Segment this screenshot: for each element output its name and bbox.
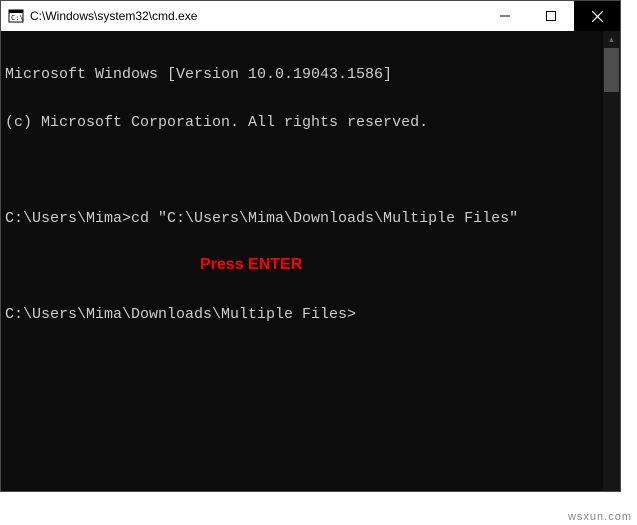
window-title: C:\Windows\system32\cmd.exe (30, 9, 482, 23)
watermark: wsxun.com (568, 511, 632, 523)
maximize-icon (546, 11, 556, 21)
window-controls (482, 1, 620, 31)
terminal-line: C:\Users\Mima>cd "C:\Users\Mima\Download… (5, 211, 620, 227)
annotation-text: Press ENTER (200, 256, 302, 274)
titlebar[interactable]: C:\ C:\Windows\system32\cmd.exe (1, 1, 620, 31)
scroll-up-icon[interactable]: ▲ (603, 31, 620, 48)
scrollbar[interactable]: ▲ (603, 31, 620, 491)
close-button[interactable] (574, 1, 620, 31)
maximize-button[interactable] (528, 1, 574, 31)
scroll-thumb[interactable] (604, 48, 619, 92)
terminal-prompt: C:\Users\Mima\Downloads\Multiple Files> (5, 307, 620, 323)
cmd-icon: C:\ (8, 8, 24, 24)
close-icon (592, 11, 603, 22)
svg-text:C:\: C:\ (11, 14, 24, 22)
terminal-line: Microsoft Windows [Version 10.0.19043.15… (5, 67, 620, 83)
terminal-output[interactable]: Microsoft Windows [Version 10.0.19043.15… (1, 31, 620, 491)
cmd-window: C:\ C:\Windows\system32\cmd.exe (0, 0, 621, 492)
terminal-line (5, 163, 620, 179)
terminal-line (5, 259, 620, 275)
minimize-icon (500, 11, 510, 21)
minimize-button[interactable] (482, 1, 528, 31)
terminal-line: (c) Microsoft Corporation. All rights re… (5, 115, 620, 131)
